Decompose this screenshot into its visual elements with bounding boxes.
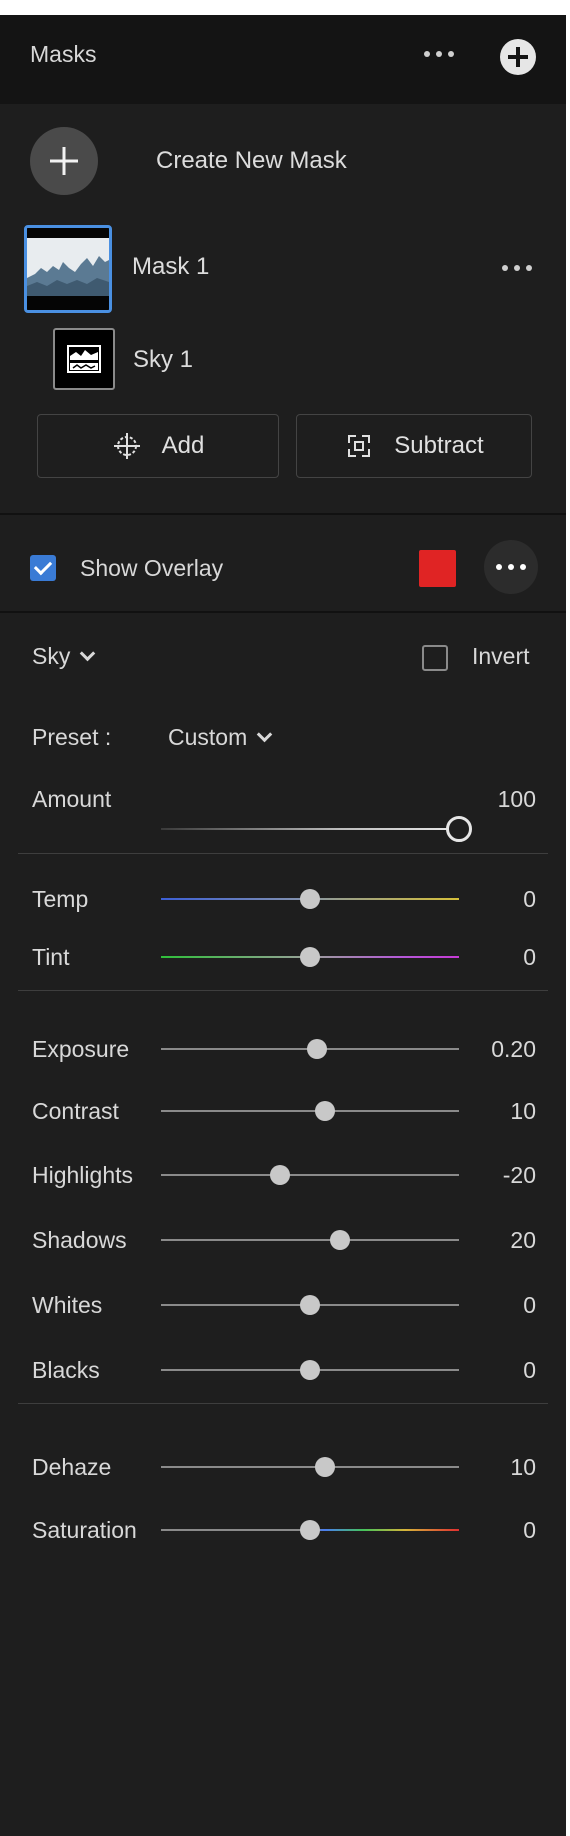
add-label: Add: [161, 432, 205, 459]
contrast-label: Contrast: [32, 1098, 119, 1124]
panel-header: Masks: [0, 15, 566, 104]
dehaze-value[interactable]: 10: [510, 1454, 536, 1481]
mask-name: Mask 1: [132, 253, 210, 280]
exposure-label: Exposure: [32, 1036, 130, 1062]
mask-options-icon[interactable]: [502, 265, 532, 271]
contrast-value[interactable]: 10: [510, 1098, 536, 1125]
plus-icon[interactable]: [30, 127, 98, 195]
dehaze-slider[interactable]: [161, 1452, 459, 1482]
amount-label: Amount: [32, 786, 112, 812]
shadows-value[interactable]: 20: [510, 1227, 536, 1254]
slider-thumb[interactable]: [270, 1165, 291, 1185]
blacks-label: Blacks: [32, 1357, 100, 1383]
slider-thumb[interactable]: [300, 947, 320, 967]
exposure-value[interactable]: 0.20: [491, 1036, 536, 1063]
plus-circle-icon[interactable]: [500, 39, 536, 75]
slider-thumb[interactable]: [314, 1457, 335, 1477]
slider-track: [161, 1239, 459, 1241]
highlights-value[interactable]: -20: [503, 1162, 536, 1189]
section-divider: [0, 513, 566, 515]
ellipsis-icon[interactable]: [424, 51, 454, 57]
saturation-label: Saturation: [32, 1517, 137, 1543]
panel-title: Masks: [30, 41, 97, 67]
mask-type-label: Sky: [32, 643, 71, 669]
tint-slider[interactable]: [161, 942, 459, 972]
whites-label: Whites: [32, 1292, 103, 1318]
contrast-slider[interactable]: [161, 1096, 459, 1126]
preset-dropdown[interactable]: Custom: [168, 724, 273, 751]
chevron-down-icon: [256, 726, 273, 743]
highlights-label: Highlights: [32, 1162, 133, 1188]
slider-thumb[interactable]: [300, 889, 320, 909]
saturation-value[interactable]: 0: [523, 1517, 536, 1544]
mask-item[interactable]: Mask 1: [24, 225, 544, 313]
tint-label: Tint: [32, 944, 70, 970]
section-divider: [18, 1403, 548, 1404]
add-button[interactable]: Add: [37, 414, 279, 478]
add-brush-icon: [113, 433, 140, 459]
overlay-options-button[interactable]: [484, 540, 538, 594]
preset-label: Preset :: [32, 724, 112, 750]
saturation-slider[interactable]: [161, 1515, 459, 1545]
temp-label: Temp: [32, 886, 89, 912]
subtract-icon: [348, 435, 371, 457]
section-divider: [18, 990, 548, 991]
slider-track: [161, 828, 459, 830]
sky-mask-icon[interactable]: [53, 328, 115, 390]
subtract-label: Subtract: [394, 432, 484, 459]
overlay-color-swatch[interactable]: [419, 550, 456, 587]
temp-value[interactable]: 0: [523, 886, 536, 913]
mask-thumbnail[interactable]: [24, 225, 112, 313]
shadows-label: Shadows: [32, 1227, 127, 1253]
whites-slider[interactable]: [161, 1290, 459, 1320]
blacks-slider[interactable]: [161, 1355, 459, 1385]
slider-thumb[interactable]: [307, 1039, 328, 1059]
chevron-down-icon: [80, 645, 96, 662]
show-overlay-checkbox[interactable]: [30, 555, 56, 581]
preset-value: Custom: [168, 724, 248, 750]
tint-value[interactable]: 0: [523, 944, 536, 971]
section-divider: [18, 853, 548, 854]
exposure-slider[interactable]: [161, 1034, 459, 1064]
sub-mask-item[interactable]: Sky 1: [53, 328, 513, 390]
amount-slider[interactable]: [161, 814, 472, 844]
slider-thumb[interactable]: [446, 816, 472, 842]
slider-track: [161, 1466, 459, 1468]
create-new-mask-label: Create New Mask: [156, 147, 347, 174]
highlights-slider[interactable]: [161, 1160, 459, 1190]
slider-track: [161, 1110, 459, 1112]
slider-thumb[interactable]: [314, 1101, 335, 1121]
temp-slider[interactable]: [161, 884, 459, 914]
mask-type-dropdown[interactable]: Sky: [32, 643, 96, 670]
slider-thumb[interactable]: [329, 1230, 350, 1250]
ellipsis-icon: [496, 564, 526, 570]
invert-label: Invert: [472, 643, 530, 669]
sub-mask-name: Sky 1: [133, 346, 194, 373]
blacks-value[interactable]: 0: [523, 1357, 536, 1384]
slider-thumb[interactable]: [300, 1295, 320, 1315]
slider-track: [161, 1174, 459, 1176]
dehaze-label: Dehaze: [32, 1454, 112, 1480]
section-divider: [0, 611, 566, 613]
whites-value[interactable]: 0: [523, 1292, 536, 1319]
show-overlay-label: Show Overlay: [80, 555, 224, 581]
create-new-mask-button[interactable]: Create New Mask: [30, 127, 470, 195]
shadows-slider[interactable]: [161, 1225, 459, 1255]
amount-value[interactable]: 100: [498, 786, 536, 813]
subtract-button[interactable]: Subtract: [296, 414, 532, 478]
slider-thumb[interactable]: [300, 1520, 320, 1540]
invert-checkbox[interactable]: [422, 645, 448, 671]
slider-thumb[interactable]: [300, 1360, 320, 1380]
masks-panel: Masks Create New Mask Mask 1 Sky 1 Add S…: [0, 15, 566, 1836]
